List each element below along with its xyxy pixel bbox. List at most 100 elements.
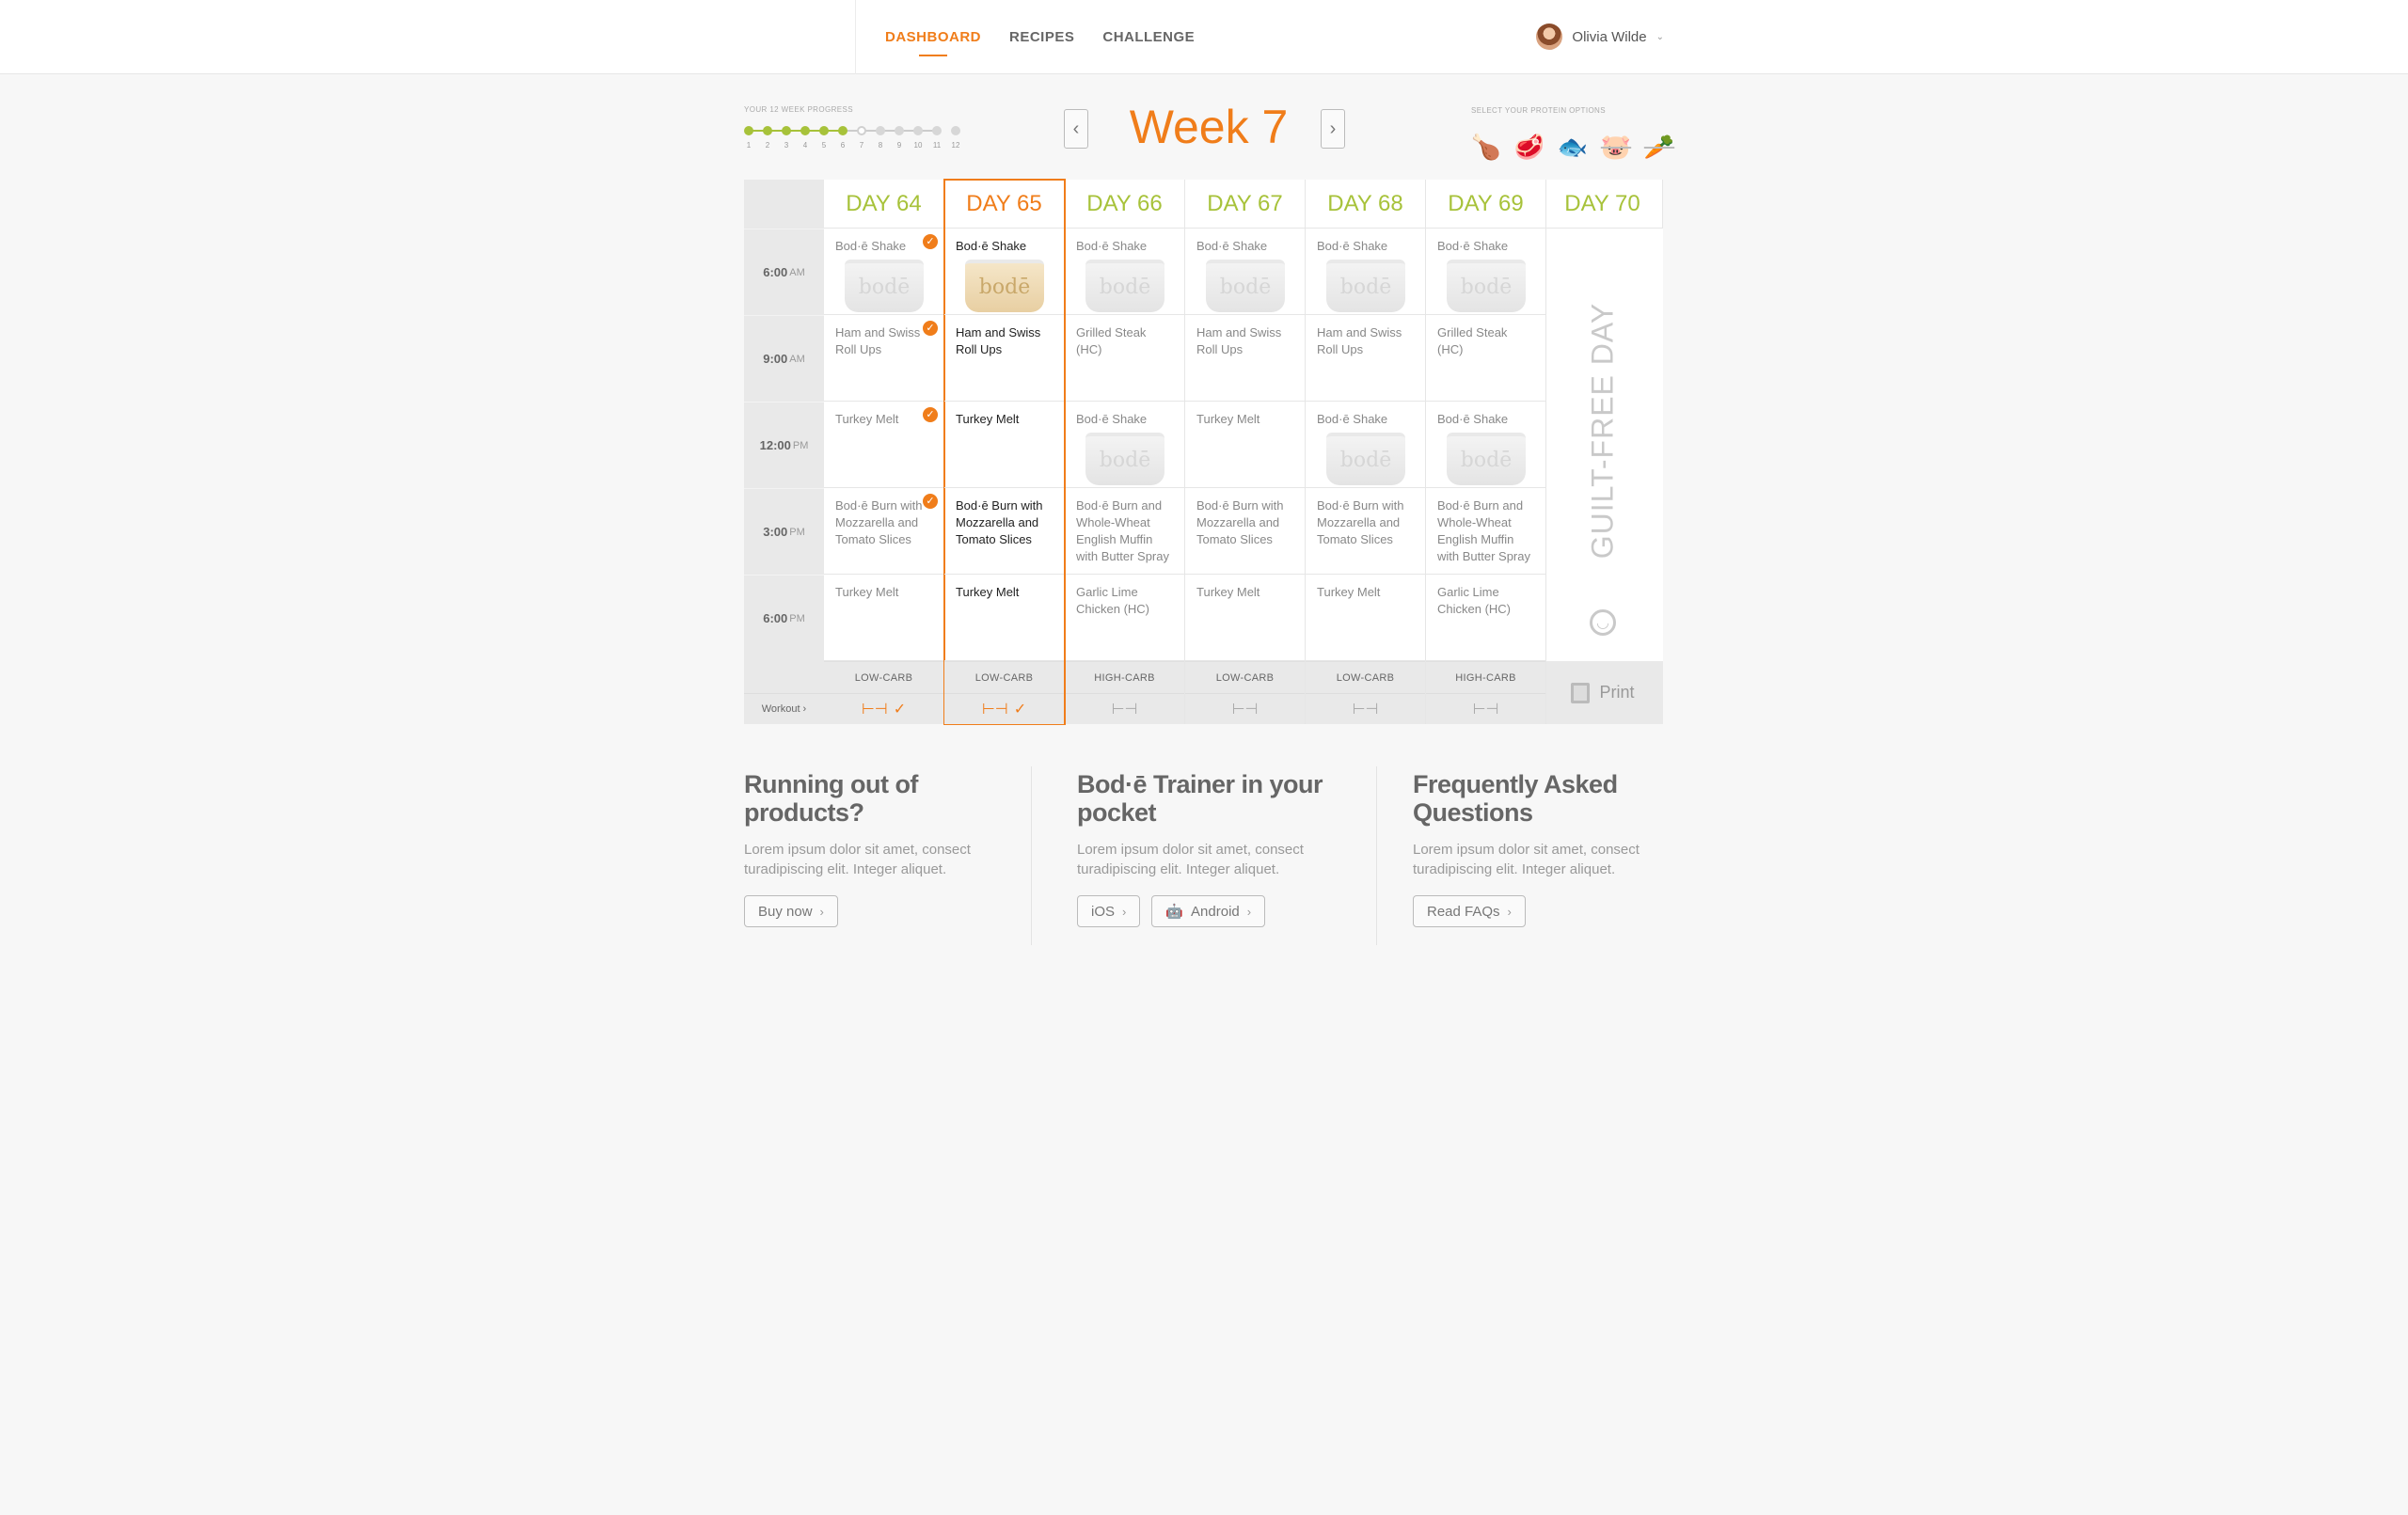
meal-slot[interactable]: Bod·ē Shake bodē [1306,229,1425,315]
day-header[interactable]: DAY 68 [1306,180,1425,229]
protein-icons: 🍗 🥩 🐟 🐷 🥕 [1471,132,1674,162]
week-dot[interactable] [838,126,848,135]
day-header[interactable]: DAY 67 [1185,180,1305,229]
meal-slot[interactable]: Bod·ē Shake ✓ bodē [824,229,943,315]
meal-slot[interactable]: Turkey Melt [944,575,1064,661]
meal-name: Bod·ē Shake [1196,239,1268,253]
meal-slot[interactable]: Ham and Swiss Roll Ups [1306,315,1425,402]
dumbbell-icon: ⊢⊣ [1231,702,1259,718]
week-dot[interactable] [857,126,866,135]
day-header[interactable]: DAY 69 [1426,180,1545,229]
checkmark-icon[interactable]: ✓ [923,407,938,422]
meal-slot[interactable]: Bod·ē Shake bodē [1306,402,1425,488]
week-dot[interactable] [876,126,885,135]
info-section: Running out of products? Lorem ipsum dolo… [744,770,1026,927]
meal-slot[interactable]: Turkey Melt [1306,575,1425,661]
meal-slot[interactable]: Bod·ē Burn and Whole-Wheat English Muffi… [1065,488,1184,575]
time-ampm: AM [789,353,805,365]
day-header[interactable]: DAY 64 [824,180,943,229]
meal-name: Bod·ē Shake [1076,412,1148,426]
next-week-button[interactable]: › [1321,109,1345,149]
meal-name: Turkey Melt [1196,585,1260,599]
checkmark-icon[interactable]: ✓ [923,321,938,336]
workout-cell[interactable]: ⊢⊣ ✓ [944,693,1064,724]
workout-cell[interactable]: ⊢⊣ ✓ [824,693,943,724]
section-divider [1376,766,1377,945]
action-button[interactable]: Read FAQs › [1413,895,1526,927]
week-dot[interactable] [932,126,942,135]
meal-slot[interactable]: Bod·ē Burn with Mozzarella and Tomato Sl… [824,488,943,575]
meal-slot[interactable]: Bod·ē Shake bodē [1065,402,1184,488]
meal-slot[interactable]: Grilled Steak (HC) [1426,315,1545,402]
top-navigation-bar: DASHBOARD RECIPES CHALLENGE Olivia Wilde… [0,0,2408,74]
week-dot[interactable] [782,126,791,135]
meal-slot[interactable]: Turkey Melt ✓ [824,402,943,488]
meal-name: Turkey Melt [835,585,899,599]
meal-slot[interactable]: Turkey Melt [824,575,943,661]
print-label: Print [1599,683,1635,702]
print-button[interactable]: Print [1543,661,1663,724]
meal-slot[interactable]: Bod·ē Burn with Mozzarella and Tomato Sl… [1185,488,1305,575]
meal-name: Garlic Lime Chicken (HC) [1076,585,1150,616]
meal-slot[interactable]: Turkey Melt [1185,575,1305,661]
meal-slot[interactable]: Grilled Steak (HC) [1065,315,1184,402]
meal-slot[interactable]: Bod·ē Shake bodē [1185,229,1305,315]
meal-slot[interactable]: Ham and Swiss Roll Ups [1185,315,1305,402]
week-dot[interactable] [913,126,923,135]
meal-name: Bod·ē Burn and Whole-Wheat English Muffi… [1076,498,1169,563]
week-dot[interactable] [763,126,772,135]
meal-slot[interactable]: Bod·ē Shake bodē [1065,229,1184,315]
day-header[interactable]: DAY 66 [1065,180,1184,229]
nav-recipes[interactable]: RECIPES [1009,29,1074,45]
beef-icon[interactable]: 🥩 [1514,132,1545,162]
week-dot[interactable] [951,126,960,135]
meal-slot[interactable]: Bod·ē Shake bodē [944,229,1064,315]
day-header[interactable]: DAY 65 [944,180,1064,229]
pork-icon[interactable]: 🐷 [1601,132,1631,162]
meal-slot[interactable]: Bod·ē Burn and Whole-Wheat English Muffi… [1426,488,1545,575]
workout-cell[interactable]: ⊢⊣ [1426,693,1545,724]
meal-name: Ham and Swiss Roll Ups [835,325,921,356]
fish-icon[interactable]: 🐟 [1558,132,1588,162]
header-divider [855,0,856,74]
nav-challenge[interactable]: CHALLENGE [1102,29,1195,45]
week-number: 6 [840,141,846,150]
meal-slot[interactable]: Garlic Lime Chicken (HC) [1065,575,1184,661]
workout-cell[interactable]: ⊢⊣ [1065,693,1184,724]
meal-slot[interactable]: Bod·ē Shake bodē [1426,229,1545,315]
meal-slot[interactable]: Bod·ē Burn with Mozzarella and Tomato Sl… [944,488,1064,575]
action-button[interactable]: iOS › [1077,895,1141,927]
day-header[interactable]: DAY 70 [1543,180,1662,229]
shake-cup-image: bodē [1085,260,1164,312]
meal-slot[interactable]: Turkey Melt [1185,402,1305,488]
time-label: 6:00 [763,265,788,279]
week-dot[interactable] [800,126,810,135]
workout-cell[interactable]: ⊢⊣ [1185,693,1305,724]
checkmark-icon[interactable]: ✓ [923,234,938,249]
week-dot[interactable] [744,126,753,135]
workout-link[interactable]: Workout › [744,693,824,724]
vegetarian-icon[interactable]: 🥕 [1644,132,1674,162]
carb-type-label: HIGH-CARB [1065,661,1184,693]
week-number: 12 [951,141,960,150]
week-dot[interactable] [895,126,904,135]
meal-slot[interactable]: Bod·ē Shake bodē [1426,402,1545,488]
meal-slot[interactable]: Ham and Swiss Roll Ups [944,315,1064,402]
shake-cup-image: bodē [1447,433,1526,485]
meal-slot[interactable]: Turkey Melt [944,402,1064,488]
nav-dashboard[interactable]: DASHBOARD [885,29,981,56]
action-button[interactable]: 🤖 Android › [1151,895,1266,927]
chevron-right-icon: › [1122,904,1127,919]
chicken-leg-icon[interactable]: 🍗 [1471,132,1501,162]
meal-slot[interactable]: Garlic Lime Chicken (HC) [1426,575,1545,661]
action-button[interactable]: Buy now › [744,895,838,927]
printer-icon [1571,682,1591,703]
checkmark-icon[interactable]: ✓ [923,494,938,509]
week-dot[interactable] [819,126,829,135]
user-menu[interactable]: Olivia Wilde ⌄ [1536,24,1664,50]
meal-name: Ham and Swiss Roll Ups [1317,325,1402,356]
meal-name: Bod·ē Burn with Mozzarella and Tomato Sl… [1196,498,1284,546]
meal-slot[interactable]: Bod·ē Burn with Mozzarella and Tomato Sl… [1306,488,1425,575]
meal-slot[interactable]: Ham and Swiss Roll Ups ✓ [824,315,943,402]
workout-cell[interactable]: ⊢⊣ [1306,693,1425,724]
